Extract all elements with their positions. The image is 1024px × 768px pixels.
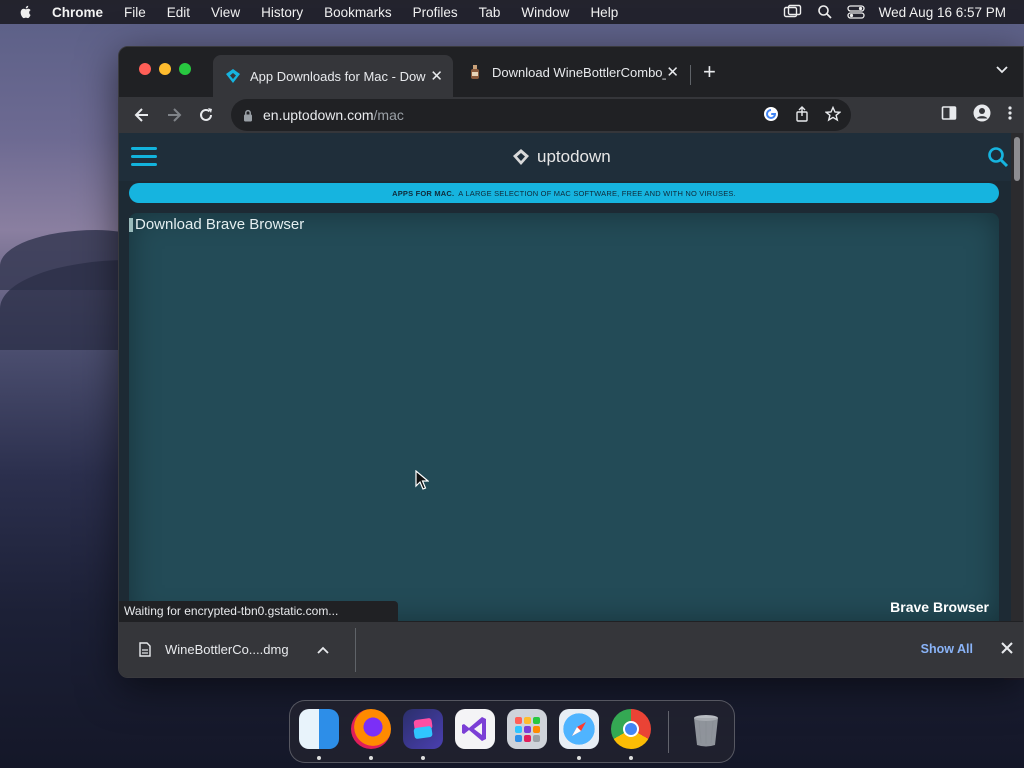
menu-app-name[interactable]: Chrome: [52, 5, 103, 20]
finder-dock-icon[interactable]: [299, 709, 339, 749]
shortcuts-icon: [413, 718, 433, 739]
visual-studio-dock-icon[interactable]: [455, 709, 495, 749]
address-bar[interactable]: en.uptodown.com/mac: [231, 99, 851, 131]
launchpad-dock-icon[interactable]: [507, 709, 547, 749]
arrow-right-icon: [168, 108, 182, 122]
back-button[interactable]: [131, 104, 153, 126]
compass-icon: [572, 722, 586, 736]
bookmark-star-icon[interactable]: [825, 106, 841, 122]
screen-mirroring-icon[interactable]: [783, 4, 803, 20]
download-item[interactable]: WineBottlerCo....dmg: [139, 642, 329, 657]
download-filename: WineBottlerCo....dmg: [165, 642, 289, 657]
menu-file[interactable]: File: [124, 5, 146, 20]
profile-icon[interactable]: [973, 104, 991, 122]
google-lens-icon[interactable]: [763, 106, 779, 122]
visual-studio-icon: [462, 717, 486, 741]
hero-caption[interactable]: Brave Browser: [890, 599, 989, 615]
promo-banner: APPS FOR MAC. A LARGE SELECTION OF MAC S…: [129, 183, 999, 203]
chrome-icon: [623, 721, 639, 737]
show-all-downloads-button[interactable]: Show All: [921, 642, 973, 656]
broken-image-icon: [129, 217, 133, 232]
browser-window: App Downloads for Mac - Download ✕ Downl…: [118, 46, 1024, 678]
running-indicator: [577, 756, 581, 760]
chevron-up-icon[interactable]: [316, 646, 329, 654]
menu-tab[interactable]: Tab: [479, 5, 501, 20]
tab-title: App Downloads for Mac - Download: [250, 68, 426, 84]
more-menu-icon[interactable]: [1007, 105, 1013, 121]
reload-icon: [200, 108, 212, 121]
firefox-dock-icon[interactable]: [351, 709, 391, 749]
browser-toolbar: en.uptodown.com/mac: [119, 97, 1023, 133]
broken-image-alt: Download Brave Browser: [129, 216, 304, 233]
file-icon: [139, 642, 151, 657]
dock: [289, 700, 735, 763]
menu-help[interactable]: Help: [590, 5, 618, 20]
uptodown-favicon-icon: [226, 69, 240, 83]
menubar-clock[interactable]: Wed Aug 16 6:57 PM: [879, 5, 1006, 20]
scrollbar-thumb[interactable]: [1014, 137, 1020, 181]
close-downloads-icon[interactable]: [1001, 642, 1013, 654]
hamburger-menu-icon[interactable]: [131, 147, 157, 167]
running-indicator: [629, 756, 633, 760]
banner-bold-text: APPS FOR MAC.: [392, 188, 455, 198]
running-indicator: [421, 756, 425, 760]
launchpad-grid-icon: [515, 717, 540, 742]
mouse-pointer-icon: [415, 470, 429, 490]
spotlight-search-icon[interactable]: [817, 4, 833, 20]
reload-button[interactable]: [195, 104, 217, 126]
download-shelf: WineBottlerCo....dmg Show All: [119, 621, 1023, 677]
tab-search-chevron-icon[interactable]: [995, 65, 1009, 75]
running-indicator: [317, 756, 321, 760]
arrow-left-icon: [134, 108, 148, 122]
menu-view[interactable]: View: [211, 5, 240, 20]
site-search-icon[interactable]: [987, 146, 1009, 168]
tab-title: Download WineBottlerCombo_: [492, 64, 667, 80]
new-tab-button[interactable]: +: [703, 59, 716, 85]
shortcuts-dock-icon[interactable]: [403, 709, 443, 749]
minimize-window-button[interactable]: [159, 63, 171, 75]
menu-profiles[interactable]: Profiles: [413, 5, 458, 20]
page-scrollbar[interactable]: [1011, 133, 1023, 621]
site-header: uptodown: [119, 133, 1013, 181]
menu-history[interactable]: History: [261, 5, 303, 20]
trash-icon: [694, 715, 718, 747]
apple-menu-icon[interactable]: [18, 4, 34, 20]
status-bubble: Waiting for encrypted-tbn0.gstatic.com..…: [119, 601, 399, 621]
trash-dock-icon[interactable]: [686, 709, 726, 749]
close-window-button[interactable]: [139, 63, 151, 75]
web-page: uptodown APPS FOR MAC. A LARGE SELECTION…: [119, 133, 1013, 621]
close-tab-icon[interactable]: ✕: [430, 67, 443, 85]
tab-winebottler[interactable]: Download WineBottlerCombo_ ✕: [455, 55, 689, 89]
featured-app-hero[interactable]: Download Brave Browser Brave Browser: [129, 213, 999, 621]
banner-text: A LARGE SELECTION OF MAC SOFTWARE, FREE …: [458, 188, 736, 198]
safari-dock-icon[interactable]: [559, 709, 599, 749]
chrome-dock-icon[interactable]: [611, 709, 651, 749]
control-center-icon[interactable]: [847, 4, 865, 20]
dock-separator: [668, 711, 669, 753]
zoom-window-button[interactable]: [179, 63, 191, 75]
window-controls: [139, 63, 191, 75]
menu-window[interactable]: Window: [521, 5, 569, 20]
url-path: /mac: [373, 107, 404, 123]
forward-button[interactable]: [163, 104, 185, 126]
site-logo[interactable]: uptodown: [511, 147, 611, 167]
menu-bar: Chrome File Edit View History Bookmarks …: [0, 0, 1024, 24]
lock-icon[interactable]: [243, 109, 253, 122]
menu-edit[interactable]: Edit: [167, 5, 190, 20]
tab-uptodown[interactable]: App Downloads for Mac - Download ✕: [213, 55, 453, 97]
share-icon[interactable]: [795, 106, 809, 122]
menu-bookmarks[interactable]: Bookmarks: [324, 5, 392, 20]
tab-strip: App Downloads for Mac - Download ✕ Downl…: [119, 47, 1023, 97]
logo-text: uptodown: [537, 147, 611, 166]
tab-divider: [690, 65, 691, 85]
close-tab-icon[interactable]: ✕: [666, 63, 679, 81]
download-divider: [355, 628, 356, 672]
running-indicator: [369, 756, 373, 760]
uptodown-logo-icon: [513, 149, 529, 165]
url-host: en.uptodown.com: [263, 107, 374, 123]
wine-bottle-favicon-icon: [471, 65, 479, 79]
side-panel-icon[interactable]: [941, 105, 957, 121]
